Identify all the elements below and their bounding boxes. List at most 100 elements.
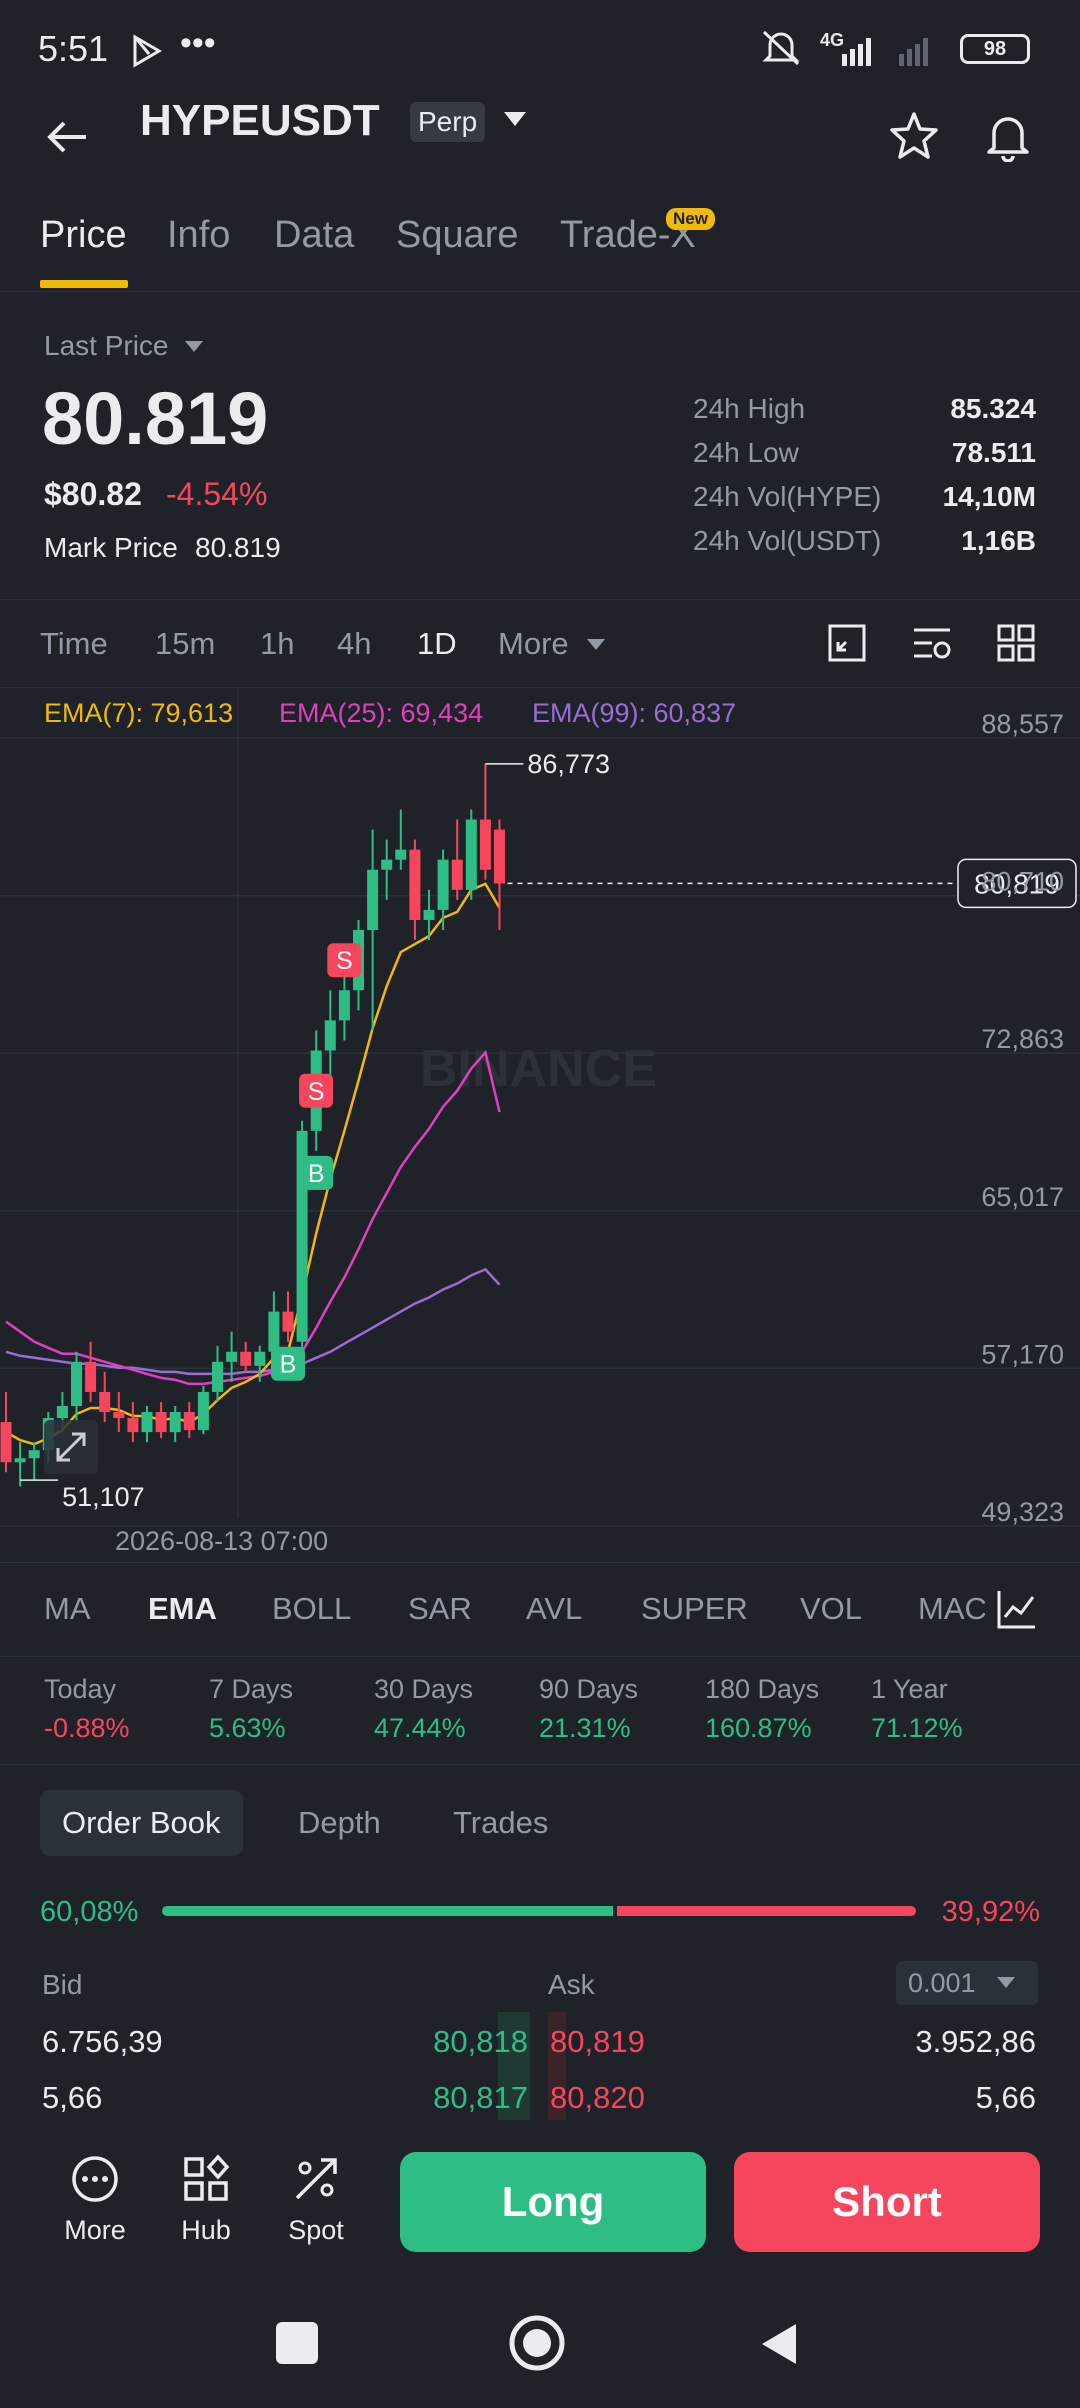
perf-value: -0.88% [44,1713,130,1743]
candle-body [282,1311,294,1332]
timeframe-time[interactable]: Time [40,626,108,662]
more-caret-icon[interactable] [586,638,606,652]
candle-body [423,909,435,920]
more-label: More [64,2215,126,2245]
stat-24h-vol-usdt-value: 1,16B [961,525,1036,556]
candle-body [0,1422,12,1463]
ask-quantity: 5,66 [975,2080,1036,2115]
short-button[interactable]: Short [734,2152,1040,2252]
tab-price[interactable]: Price [40,214,127,257]
timeframe-more[interactable]: More [498,626,569,662]
bid-price: 80,817 [433,2080,528,2115]
spot-button[interactable]: Spot [271,2154,361,2246]
chevron-down-icon[interactable] [502,108,528,130]
more-button[interactable]: More [50,2154,140,2246]
hub-button[interactable]: Hub [161,2154,251,2246]
tab-trades[interactable]: Trades [431,1790,570,1856]
action-bar: More Hub Spot Long Short [0,2140,1080,2270]
perf-value: 47.44% [374,1713,466,1743]
candle-body [183,1412,195,1431]
stat-24h-high-label: 24h High [693,393,806,424]
home-button[interactable] [508,2314,566,2372]
y-axis-tick-label: 80,710 [981,867,1064,897]
perf-label: 7 Days [209,1674,294,1704]
candle-body [197,1391,209,1431]
watermark: BINANCE [420,1040,657,1098]
precision-select[interactable]: 0.001 [896,1961,1038,2005]
bid-ask-ratio: 60,08% 39,92% [0,1892,1080,1932]
order-book-header: Bid Ask 0.001 [0,1961,1080,2015]
contract-type-badge: Perp [410,102,486,142]
timeframe-1h[interactable]: 1h [260,626,294,662]
symbol-title[interactable]: HYPEUSDT [140,96,380,146]
tab-order-book[interactable]: Order Book [40,1790,243,1856]
candle-body [465,819,477,890]
bid-price: 80,818 [433,2024,528,2059]
recents-button[interactable] [276,2322,318,2364]
order-book-row[interactable]: 5,66 80,817 80,820 5,66 [0,2066,1080,2130]
candle-body [113,1412,125,1419]
back-button[interactable] [756,2320,802,2368]
indicator-ema[interactable]: EMA [148,1591,217,1627]
candle-body [99,1391,111,1413]
spot-label: Spot [288,2215,344,2245]
stat-24h-high-value: 85.324 [950,393,1036,424]
indicator-vol[interactable]: VOL [800,1591,862,1627]
order-book-row[interactable]: 6.756,39 80,818 80,819 3.952,86 [0,2012,1080,2074]
caret-down-icon[interactable] [184,340,204,354]
timeframe-1d[interactable]: 1D [417,626,457,662]
fullscreen-button[interactable] [44,1420,98,1474]
status-bar: 5:51 ••• 4G 98 [0,0,1080,100]
perf-label: 180 Days [705,1674,820,1704]
stat-24h-vol-usdt-label: 24h Vol(USDT) [693,525,882,556]
precision-value: 0.001 [908,1968,976,1998]
tab-data[interactable]: Data [274,214,354,257]
bell-icon[interactable] [982,110,1034,162]
indicator-chart-icon[interactable] [995,1587,1039,1631]
candle-body [479,819,491,870]
battery-icon: 98 [960,34,1030,64]
tab-info[interactable]: Info [167,214,230,257]
mark-price: 80.819 [195,532,281,563]
perf-today: Today -0.88% [44,1674,130,1744]
price-chart[interactable]: EMA(7): 79,613 EMA(25): 69,434 EMA(99): … [0,688,1080,1558]
sell-signal-label: S [308,1078,325,1106]
tab-depth[interactable]: Depth [276,1790,403,1856]
system-nav-bar [0,2290,1080,2408]
price-change: -4.54% [166,476,268,512]
candle-body [381,859,393,870]
last-price-label[interactable]: Last Price [44,330,169,362]
indicator-settings-icon[interactable] [910,622,954,664]
chart-settings-icon[interactable] [826,622,868,664]
tab-square[interactable]: Square [396,214,519,257]
indicator-avl[interactable]: AVL [526,1591,582,1627]
ema25-line [5,1049,501,1386]
star-icon[interactable] [888,110,940,162]
indicator-boll[interactable]: BOLL [272,1591,351,1627]
indicator-macd[interactable]: MACD [918,1591,988,1627]
layout-grid-icon[interactable] [995,622,1037,664]
candle-body [409,849,421,920]
indicator-ma[interactable]: MA [44,1591,91,1627]
ask-column-label: Ask [548,1969,595,2000]
perf-value: 71.12% [871,1713,963,1743]
timeframe-4h[interactable]: 4h [337,626,371,662]
indicator-sar[interactable]: SAR [408,1591,472,1627]
buy-signal-label: B [280,1351,297,1379]
perf-7d: 7 Days 5.63% [209,1674,293,1744]
timeframe-15m[interactable]: 15m [155,626,215,662]
stat-24h-vol-hype-label: 24h Vol(HYPE) [693,481,882,512]
low-marker-label: 51,107 [62,1482,145,1512]
candle-body [226,1351,238,1362]
indicator-tabs: MA EMA BOLL SAR AVL SUPER VOL MACD [0,1562,1080,1657]
candlestick-chart[interactable]: BINANCE 80,81986,77351,107SSBB 88,55780,… [0,688,1080,1558]
back-arrow-icon[interactable] [44,114,90,160]
candle-body [367,869,379,930]
hub-icon [184,2154,230,2201]
header: HYPEUSDT Perp [0,90,1080,200]
long-button[interactable]: Long [400,2152,706,2252]
ask-quantity: 3.952,86 [915,2024,1036,2059]
mute-icon [762,30,800,66]
play-store-icon [133,34,162,68]
indicator-super[interactable]: SUPER [641,1591,748,1627]
